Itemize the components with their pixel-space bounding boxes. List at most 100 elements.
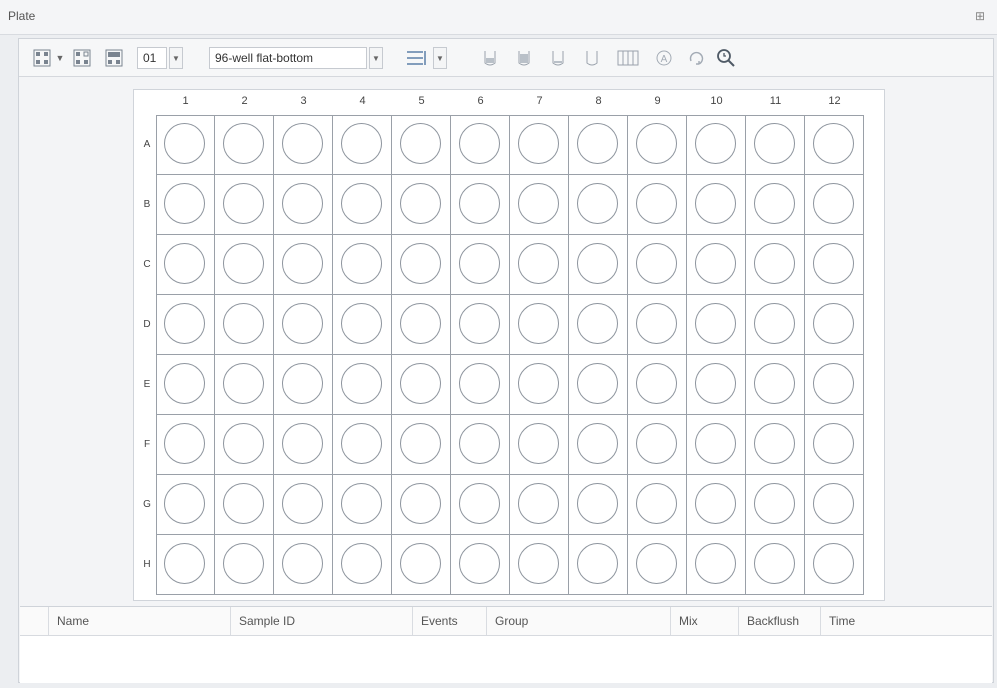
column-label[interactable]: 2 <box>215 95 274 107</box>
well-B11[interactable] <box>754 183 795 224</box>
plate-type-dropdown-icon[interactable]: ▼ <box>369 47 383 69</box>
row-label[interactable]: G <box>142 499 152 510</box>
well-D9[interactable] <box>636 303 677 344</box>
well-F5[interactable] <box>400 423 441 464</box>
well-B4[interactable] <box>341 183 382 224</box>
well-D7[interactable] <box>518 303 559 344</box>
well-A6[interactable] <box>459 123 500 164</box>
well-C7[interactable] <box>518 243 559 284</box>
well-B2[interactable] <box>223 183 264 224</box>
well-F11[interactable] <box>754 423 795 464</box>
well-G2[interactable] <box>223 483 264 524</box>
well-E3[interactable] <box>282 363 323 404</box>
table-header-group[interactable]: Group <box>486 607 670 635</box>
well-A4[interactable] <box>341 123 382 164</box>
rack-icon[interactable] <box>615 47 641 69</box>
well-H1[interactable] <box>164 543 205 584</box>
well-H7[interactable] <box>518 543 559 584</box>
well-D10[interactable] <box>695 303 736 344</box>
well-H12[interactable] <box>813 543 854 584</box>
well-B7[interactable] <box>518 183 559 224</box>
row-label[interactable]: D <box>142 319 152 330</box>
search-zoom-icon[interactable] <box>715 47 737 69</box>
well-G4[interactable] <box>341 483 382 524</box>
column-label[interactable]: 8 <box>569 95 628 107</box>
row-label[interactable]: E <box>142 379 152 390</box>
tube-icon[interactable] <box>479 47 501 69</box>
well-F7[interactable] <box>518 423 559 464</box>
well-H8[interactable] <box>577 543 618 584</box>
well-C12[interactable] <box>813 243 854 284</box>
well-D11[interactable] <box>754 303 795 344</box>
well-C4[interactable] <box>341 243 382 284</box>
tube-outline-icon[interactable] <box>581 47 603 69</box>
table-header-name[interactable]: Name <box>48 607 230 635</box>
grid-layout-dropdown-icon[interactable]: ▼ <box>55 47 65 69</box>
well-F3[interactable] <box>282 423 323 464</box>
well-D1[interactable] <box>164 303 205 344</box>
table-header-select[interactable] <box>20 607 48 635</box>
well-C1[interactable] <box>164 243 205 284</box>
table-header-events[interactable]: Events <box>412 607 486 635</box>
well-B9[interactable] <box>636 183 677 224</box>
well-E4[interactable] <box>341 363 382 404</box>
well-B12[interactable] <box>813 183 854 224</box>
pin-icon[interactable]: ⊞ <box>975 10 987 22</box>
table-header-sample-id[interactable]: Sample ID <box>230 607 412 635</box>
well-B5[interactable] <box>400 183 441 224</box>
column-label[interactable]: 12 <box>805 95 864 107</box>
well-G8[interactable] <box>577 483 618 524</box>
well-A10[interactable] <box>695 123 736 164</box>
well-D6[interactable] <box>459 303 500 344</box>
well-G3[interactable] <box>282 483 323 524</box>
tube-empty-icon[interactable] <box>547 47 569 69</box>
well-C3[interactable] <box>282 243 323 284</box>
well-A11[interactable] <box>754 123 795 164</box>
well-E5[interactable] <box>400 363 441 404</box>
well-C10[interactable] <box>695 243 736 284</box>
well-G6[interactable] <box>459 483 500 524</box>
well-G9[interactable] <box>636 483 677 524</box>
well-B6[interactable] <box>459 183 500 224</box>
tube-fill-icon[interactable] <box>513 47 535 69</box>
well-E6[interactable] <box>459 363 500 404</box>
list-order-icon[interactable] <box>403 47 429 69</box>
well-G7[interactable] <box>518 483 559 524</box>
grid-select-icon[interactable] <box>71 47 93 69</box>
well-B8[interactable] <box>577 183 618 224</box>
well-G12[interactable] <box>813 483 854 524</box>
table-header-time[interactable]: Time <box>820 607 992 635</box>
well-C11[interactable] <box>754 243 795 284</box>
well-H5[interactable] <box>400 543 441 584</box>
well-F1[interactable] <box>164 423 205 464</box>
letter-a-icon[interactable]: A <box>653 47 675 69</box>
table-header-backflush[interactable]: Backflush <box>738 607 820 635</box>
well-C9[interactable] <box>636 243 677 284</box>
well-F10[interactable] <box>695 423 736 464</box>
column-label[interactable]: 5 <box>392 95 451 107</box>
column-label[interactable]: 4 <box>333 95 392 107</box>
well-H6[interactable] <box>459 543 500 584</box>
well-B10[interactable] <box>695 183 736 224</box>
well-E9[interactable] <box>636 363 677 404</box>
well-G10[interactable] <box>695 483 736 524</box>
well-H2[interactable] <box>223 543 264 584</box>
rotate-icon[interactable] <box>685 47 707 69</box>
well-C6[interactable] <box>459 243 500 284</box>
plate-number-dropdown-icon[interactable]: ▼ <box>169 47 183 69</box>
well-A1[interactable] <box>164 123 205 164</box>
well-E7[interactable] <box>518 363 559 404</box>
well-B1[interactable] <box>164 183 205 224</box>
column-label[interactable]: 6 <box>451 95 510 107</box>
plate-type-select[interactable]: 96-well flat-bottom <box>209 47 367 69</box>
well-A12[interactable] <box>813 123 854 164</box>
well-A3[interactable] <box>282 123 323 164</box>
well-C8[interactable] <box>577 243 618 284</box>
well-D12[interactable] <box>813 303 854 344</box>
column-label[interactable]: 3 <box>274 95 333 107</box>
well-H11[interactable] <box>754 543 795 584</box>
column-label[interactable]: 11 <box>746 95 805 107</box>
well-A2[interactable] <box>223 123 264 164</box>
well-E11[interactable] <box>754 363 795 404</box>
column-label[interactable]: 10 <box>687 95 746 107</box>
